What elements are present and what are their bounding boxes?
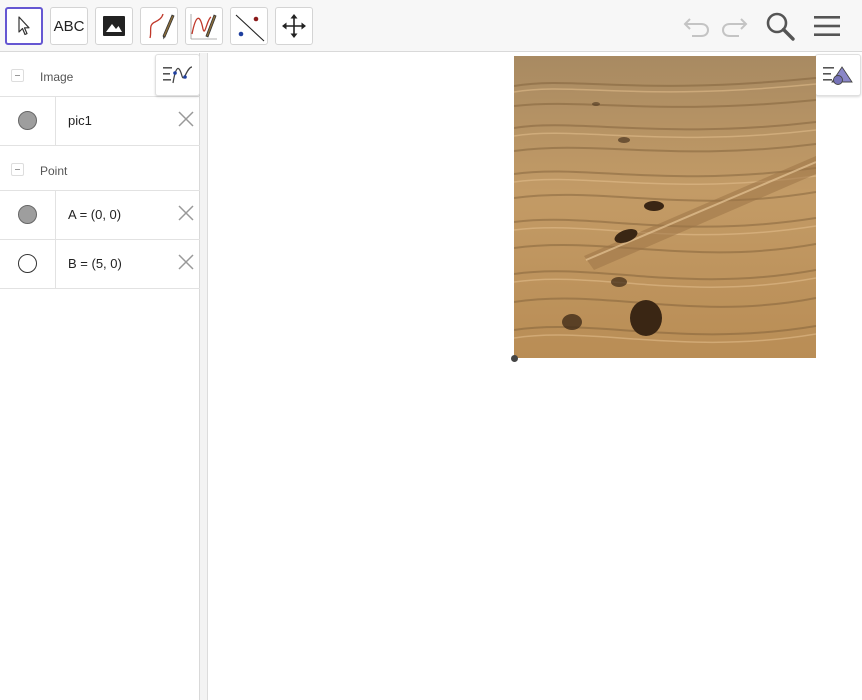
graphics-style-icon [823,66,853,85]
algebra-item-text[interactable]: pic1 [68,113,92,128]
redo-icon [721,18,748,37]
collapse-icon[interactable] [11,69,24,82]
image-icon [103,16,125,36]
point-a-marker[interactable] [511,355,518,362]
search-button[interactable] [763,9,797,43]
algebra-style-icon [162,66,192,84]
function-pen-icon [190,14,217,40]
pen-icon [149,13,175,40]
group-label: Image [40,70,74,84]
close-icon[interactable] [176,109,196,129]
search-icon [766,12,795,41]
algebra-view: Image pic1 Point A = (0, 0) B = (5, 0) [0,53,200,700]
move-view-icon [282,14,306,38]
group-label: Point [40,164,68,178]
image-tool-button[interactable] [95,7,133,45]
algebra-style-bar-button[interactable] [155,54,200,96]
toolbar: ABC [0,0,862,52]
undo-icon [683,18,710,37]
menu-icon [814,16,840,36]
close-icon[interactable] [176,252,196,272]
view-splitter[interactable] [200,53,208,700]
close-icon[interactable] [176,203,196,223]
pointer-icon [18,16,30,36]
undo-button[interactable] [680,9,714,43]
main-menu-button[interactable] [810,9,844,43]
visibility-marble-icon[interactable] [18,254,37,273]
sand-dunes-image[interactable] [514,56,816,358]
collapse-icon[interactable] [11,163,24,176]
move-graphics-tool-button[interactable] [275,7,313,45]
line-icon [235,14,265,42]
move-tool-button[interactable] [5,7,43,45]
text-tool-button[interactable]: ABC [50,7,88,45]
text-tool-icon: ABC [53,17,85,35]
graphics-style-bar-button[interactable] [815,54,861,96]
algebra-item-text[interactable]: B = (5, 0) [68,256,122,271]
algebra-row-pic1[interactable]: pic1 [0,97,200,146]
group-header-point[interactable]: Point [0,147,200,191]
algebra-item-text[interactable]: A = (0, 0) [68,207,121,222]
algebra-row-b[interactable]: B = (5, 0) [0,240,200,289]
function-inspector-tool-button[interactable] [185,7,223,45]
redo-button[interactable] [717,9,751,43]
line-tool-button[interactable] [230,7,268,45]
pen-tool-button[interactable] [140,7,178,45]
marble-cell [0,191,56,239]
sand-image-graphic [514,56,816,358]
algebra-row-a[interactable]: A = (0, 0) [0,191,200,240]
marble-cell [0,97,56,145]
visibility-marble-icon[interactable] [18,205,37,224]
visibility-marble-icon[interactable] [18,111,37,130]
marble-cell [0,240,56,288]
